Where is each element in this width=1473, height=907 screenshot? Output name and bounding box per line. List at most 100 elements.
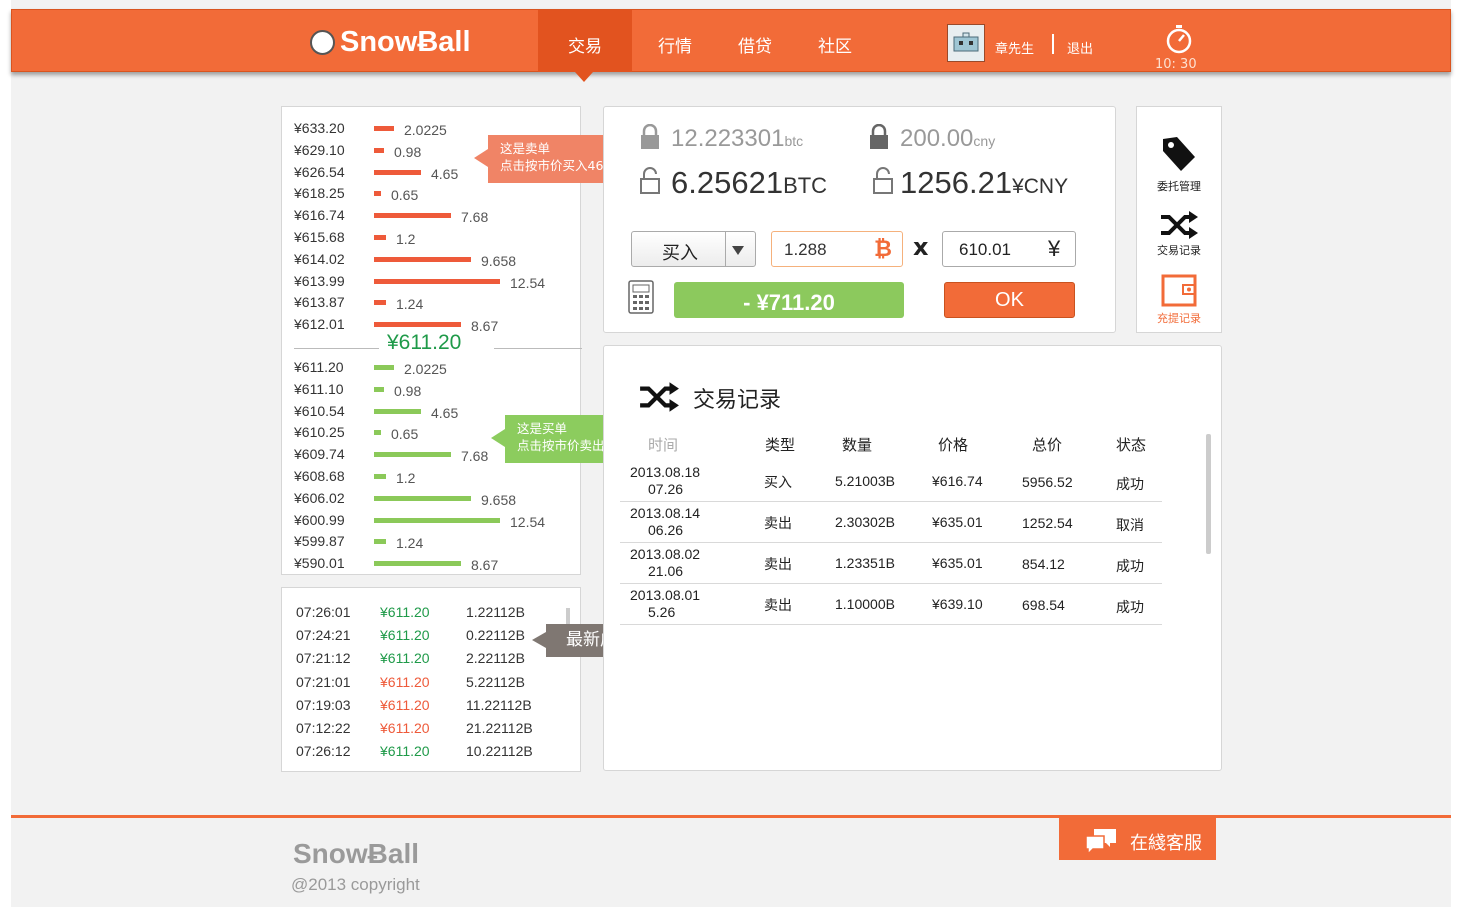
snowball-logo[interactable]: SnowɃall bbox=[310, 26, 471, 58]
ok-button[interactable]: OK bbox=[944, 282, 1075, 318]
amount-input[interactable]: 1.288 ₿ bbox=[771, 231, 903, 267]
ask-row[interactable]: ¥613.99 12.54 bbox=[282, 273, 582, 293]
trade-amount: 10.22112B bbox=[466, 743, 533, 760]
trade-price: ¥611.20 bbox=[380, 696, 430, 713]
nav-tab-loan[interactable]: 借贷 bbox=[722, 10, 788, 72]
order-amount: 12.54 bbox=[510, 513, 546, 530]
user-name[interactable]: 章先生 bbox=[995, 38, 1034, 57]
btc-value: 6.25621 bbox=[671, 165, 784, 200]
label-pointer bbox=[532, 632, 546, 648]
trade-row: 07:21:12 ¥611.20 2.22112B bbox=[296, 650, 576, 670]
yen-icon: ¥ bbox=[1048, 236, 1061, 261]
order-amount: 7.68 bbox=[461, 448, 489, 465]
recent-trades-panel: 07:26:01 ¥611.20 1.22112B 07:24:21 ¥611.20 0.… bbox=[281, 587, 581, 772]
history-scrollbar[interactable] bbox=[1206, 434, 1211, 554]
side-menu: 委托管理 交易记录 充提记录 bbox=[1136, 106, 1222, 333]
history-row[interactable]: 2013.08.18 07.26 买入 5.21003B ¥616.74 5956.52 成… bbox=[620, 460, 1162, 502]
ask-row[interactable]: ¥614.02 9.658 bbox=[282, 251, 582, 271]
history-time: 21.06 bbox=[648, 563, 684, 579]
history-time: 5.26 bbox=[648, 604, 676, 620]
trade-price: ¥611.20 bbox=[380, 650, 430, 667]
avatar[interactable] bbox=[947, 24, 985, 62]
header-divider bbox=[1052, 34, 1054, 54]
order-amount: 0.98 bbox=[394, 382, 422, 399]
online-support-button[interactable]: 在綫客服 bbox=[1059, 818, 1216, 860]
history-time: 07.26 bbox=[648, 481, 684, 497]
order-amount: 1.2 bbox=[396, 231, 416, 247]
bid-row[interactable]: ¥608.68 1.2 bbox=[282, 468, 582, 488]
order-price: ¥613.87 bbox=[294, 294, 345, 311]
order-price: ¥633.20 bbox=[294, 120, 345, 136]
logout-link[interactable]: 退出 bbox=[1067, 38, 1093, 57]
side-menu-deposit-history[interactable]: 充提记录 bbox=[1137, 273, 1221, 326]
history-price: ¥639.10 bbox=[932, 596, 983, 612]
depth-bar bbox=[374, 452, 451, 458]
shuffle-icon bbox=[1161, 211, 1198, 239]
ask-row[interactable]: ¥613.87 1.24 bbox=[282, 294, 582, 314]
trade-time: 07:19:03 bbox=[296, 696, 351, 713]
bid-row[interactable]: ¥600.99 12.54 bbox=[282, 512, 582, 532]
price-tag-icon bbox=[1163, 137, 1195, 171]
history-row[interactable]: 2013.08.01 5.26 卖出 1.10000B ¥639.10 698.54 成功 bbox=[620, 583, 1162, 625]
bid-row[interactable]: ¥611.10 0.98 bbox=[282, 381, 582, 401]
cny-balance: 1256.21¥CNY bbox=[900, 165, 1068, 201]
nav-tab-trade[interactable]: 交易 bbox=[538, 10, 632, 72]
logo-text: SnowɃall bbox=[340, 25, 471, 58]
trade-row: 07:12:22 ¥611.20 21.22112B bbox=[296, 720, 576, 740]
bid-row[interactable]: ¥611.20 2.0225 bbox=[282, 359, 582, 379]
active-tab-pointer bbox=[575, 72, 593, 82]
stopwatch-icon[interactable] bbox=[1164, 24, 1194, 54]
calculator-icon[interactable] bbox=[628, 280, 654, 314]
nav-tab-label: 交易 bbox=[568, 37, 602, 57]
ask-row[interactable]: ¥618.25 0.65 bbox=[282, 185, 582, 205]
depth-bar bbox=[374, 300, 386, 306]
history-date: 2013.08.02 bbox=[630, 546, 701, 562]
history-row[interactable]: 2013.08.14 06.26 卖出 2.30302B ¥635.01 1252.54 取… bbox=[620, 501, 1162, 543]
trade-time: 07:26:01 bbox=[296, 604, 351, 620]
mid-divider-left bbox=[294, 348, 379, 349]
trade-price: ¥611.20 bbox=[380, 604, 430, 620]
history-date: 2013.08.14 bbox=[630, 505, 701, 521]
mid-price: ¥611.20 bbox=[387, 331, 462, 354]
btc-balance: 6.25621BTC bbox=[671, 165, 827, 201]
bitcoin-icon: ₿ bbox=[874, 236, 892, 261]
trades-scrollbar[interactable] bbox=[566, 608, 570, 624]
order-amount: 4.65 bbox=[431, 404, 459, 421]
depth-bar bbox=[374, 147, 384, 153]
column-header-price: 价格 bbox=[938, 436, 969, 454]
order-price: ¥600.99 bbox=[294, 511, 345, 528]
order-price: ¥629.10 bbox=[294, 141, 345, 158]
chevron-down-icon[interactable] bbox=[732, 246, 744, 255]
nav-tab-community[interactable]: 社区 bbox=[802, 10, 868, 72]
order-price: ¥613.99 bbox=[294, 272, 345, 289]
frozen-btc-balance: 12.223301btc bbox=[671, 125, 803, 153]
depth-bar bbox=[374, 517, 500, 523]
history-type: 卖出 bbox=[764, 597, 792, 613]
history-total: 1252.54 bbox=[1022, 515, 1073, 531]
bid-row[interactable]: ¥590.01 8.67 bbox=[282, 555, 582, 575]
order-price: ¥615.68 bbox=[294, 229, 345, 245]
price-input[interactable]: 610.01 ¥ bbox=[942, 231, 1076, 267]
bid-row[interactable]: ¥599.87 1.24 bbox=[282, 533, 582, 553]
side-menu-order-management[interactable]: 委托管理 bbox=[1137, 133, 1221, 194]
history-status: 成功 bbox=[1116, 558, 1144, 574]
frozen-btc-value: 12.223301 bbox=[671, 125, 785, 152]
nav-tab-market[interactable]: 行情 bbox=[642, 10, 708, 72]
history-status: 成功 bbox=[1116, 599, 1144, 615]
ask-row[interactable]: ¥616.74 7.68 bbox=[282, 207, 582, 227]
trade-amount: 0.22112B bbox=[466, 627, 525, 644]
nav-tab-label: 行情 bbox=[658, 37, 692, 57]
footer-logo[interactable]: SnowɃall bbox=[293, 838, 419, 870]
total-amount-value: - ¥711.20 bbox=[743, 290, 835, 315]
order-price: ¥626.54 bbox=[294, 163, 345, 180]
side-select[interactable]: 买入 bbox=[631, 231, 756, 267]
side-menu-trade-history[interactable]: 交易记录 bbox=[1137, 211, 1221, 258]
snowball-icon bbox=[310, 29, 335, 55]
history-status: 取消 bbox=[1116, 517, 1144, 533]
history-row[interactable]: 2013.08.02 21.06 卖出 1.23351B ¥635.01 854.12 成功 bbox=[620, 542, 1162, 584]
ask-row[interactable]: ¥615.68 1.2 bbox=[282, 229, 582, 249]
depth-bar bbox=[374, 322, 461, 328]
bid-row[interactable]: ¥606.02 9.658 bbox=[282, 490, 582, 510]
trade-amount: 11.22112B bbox=[466, 696, 532, 713]
order-price: ¥608.68 bbox=[294, 468, 345, 484]
